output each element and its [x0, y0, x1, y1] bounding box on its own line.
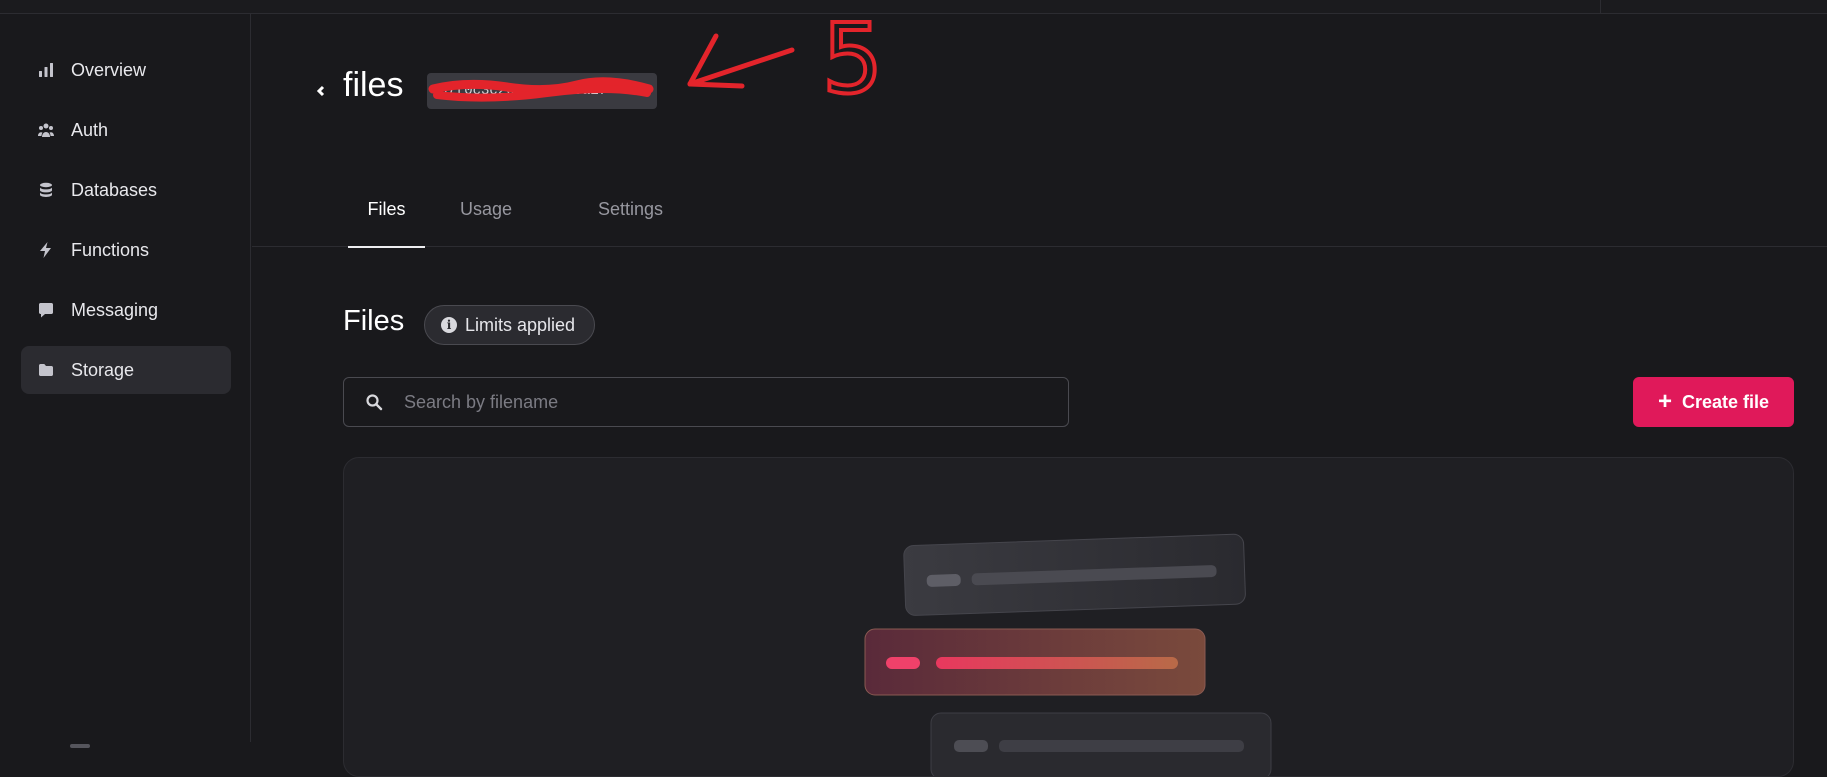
- annotation-number: 5: [822, 14, 883, 104]
- info-icon: i: [441, 317, 457, 333]
- tab-label: Settings: [598, 199, 664, 219]
- sidebar-item-databases[interactable]: Databases: [21, 166, 231, 214]
- tab-label: Files: [367, 199, 406, 219]
- illustration-card-bottom: [930, 712, 1272, 776]
- create-file-label: Create file: [1681, 391, 1770, 412]
- illustration-card-highlighted: [864, 628, 1206, 696]
- sidebar-item-auth[interactable]: Auth: [21, 106, 231, 154]
- empty-state-illustration: [864, 533, 1272, 776]
- back-button[interactable]: [312, 82, 330, 100]
- tab-label: Usage: [460, 199, 513, 219]
- users-icon: [37, 121, 55, 139]
- top-bar-divider: [1600, 0, 1601, 14]
- chevron-left-icon: [316, 85, 325, 97]
- annotation-arrow-five: 5: [687, 14, 885, 104]
- tab-usage[interactable]: Usage: [460, 199, 512, 247]
- sidebar-item-label: Databases: [71, 179, 158, 200]
- section-title: Files: [343, 305, 405, 337]
- bucket-id-pill[interactable]: 67f0c3c2001e3c2b5a1f: [427, 73, 657, 109]
- database-icon: [37, 181, 55, 199]
- page-header: files 67f0c3c2001e3c2b5a1f 5 Files Usage…: [252, 14, 1827, 248]
- empty-state-card: [343, 457, 1794, 777]
- sidebar-item-messaging[interactable]: Messaging: [21, 286, 231, 334]
- search-field[interactable]: [343, 377, 1069, 427]
- sidebar-item-storage[interactable]: Storage: [21, 346, 231, 394]
- folder-icon: [37, 361, 55, 379]
- sidebar: Overview Auth Databases Functions Messag…: [0, 14, 251, 748]
- illustration-card-top: [903, 533, 1246, 616]
- sidebar-item-label: Auth: [71, 119, 109, 140]
- chat-icon: [37, 301, 55, 319]
- sidebar-item-overview[interactable]: Overview: [21, 46, 231, 94]
- create-file-button[interactable]: + Create file: [1633, 377, 1794, 427]
- limits-badge[interactable]: i Limits applied: [424, 305, 595, 345]
- chart-bar-icon: [37, 61, 55, 79]
- search-icon: [364, 392, 384, 412]
- active-tab-indicator: [348, 246, 425, 248]
- page-title: files: [343, 66, 404, 104]
- tab-files[interactable]: Files: [348, 199, 425, 247]
- sidebar-item-label: Storage: [71, 359, 135, 380]
- limits-badge-label: Limits applied: [465, 314, 576, 335]
- main-content: files 67f0c3c2001e3c2b5a1f 5 Files Usage…: [252, 14, 1827, 777]
- tab-settings[interactable]: Settings: [598, 199, 663, 247]
- lightning-icon: [37, 241, 55, 259]
- sidebar-item-label: Functions: [71, 239, 150, 260]
- sidebar-bottom-item: [70, 744, 90, 748]
- sidebar-item-label: Overview: [71, 59, 147, 80]
- search-input[interactable]: [404, 391, 1004, 413]
- plus-icon: +: [1657, 388, 1672, 415]
- top-bar: [0, 0, 1827, 14]
- sidebar-item-functions[interactable]: Functions: [21, 226, 231, 274]
- redaction-scribble: [428, 77, 654, 102]
- sidebar-item-label: Messaging: [71, 299, 159, 320]
